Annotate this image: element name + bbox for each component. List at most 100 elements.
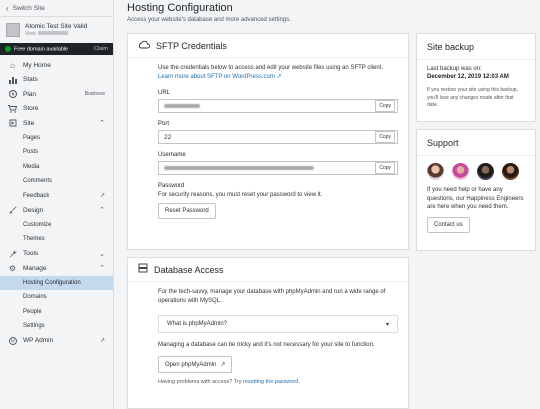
- nav-plan[interactable]: Plan Business: [0, 87, 113, 102]
- nav-customize-label: Customize: [23, 221, 52, 228]
- promo-banner[interactable]: Free domain available Claim: [0, 43, 113, 55]
- username-field[interactable]: Copy: [158, 161, 398, 175]
- nav-posts[interactable]: Posts: [0, 145, 113, 160]
- site-icon: [8, 119, 17, 128]
- site-icon: [6, 22, 20, 37]
- nav-comments-label: Comments: [23, 178, 53, 185]
- nav-domains[interactable]: Domains: [0, 290, 113, 305]
- nav-hosting-configuration[interactable]: Hosting Configuration: [0, 275, 113, 290]
- site-url-redacted: [37, 31, 68, 36]
- backup-label: Last backup was on:: [427, 66, 482, 72]
- nav-pages[interactable]: Pages: [0, 131, 113, 146]
- backup-card: Site backup Last backup was on: December…: [416, 33, 536, 122]
- nav-site-label: Site: [23, 119, 35, 127]
- database-note: Managing a database can be tricky and it…: [158, 342, 375, 348]
- reset-password-link[interactable]: resetting the password: [243, 379, 298, 385]
- nav-pages-label: Pages: [23, 134, 41, 141]
- sftp-title: SFTP Credentials: [156, 40, 227, 51]
- sftp-header: SFTP Credentials: [128, 34, 408, 58]
- support-avatars: [427, 163, 525, 180]
- brush-icon: [8, 206, 17, 215]
- port-value: 22: [164, 133, 172, 141]
- nav-manage-label: Manage: [23, 264, 47, 272]
- nav-feedback[interactable]: Feedback ↗: [0, 189, 113, 204]
- site-card[interactable]: Atomic Test Site Valid View: [0, 16, 113, 42]
- database-title: Database Access: [154, 264, 224, 275]
- nav-media[interactable]: Media: [0, 160, 113, 175]
- backup-date: December 12, 2019 12:03 AM: [427, 74, 509, 80]
- url-field[interactable]: Copy: [158, 99, 398, 113]
- nav-store[interactable]: Store: [0, 102, 113, 117]
- open-phpmyadmin-label: Open phpMyAdmin: [165, 361, 217, 368]
- nav-wp-admin-label: WP Admin: [23, 337, 54, 345]
- nav-settings[interactable]: Settings: [0, 319, 113, 334]
- nav-manage[interactable]: ⚙ Manage ⌃: [0, 261, 113, 276]
- nav-tools-label: Tools: [23, 250, 39, 258]
- promo-text: Free domain available: [14, 46, 69, 53]
- phpmyadmin-accordion[interactable]: What is phpMyAdmin? ▾: [158, 315, 398, 333]
- url-value-redacted: [164, 104, 200, 108]
- external-link-icon: ↗: [99, 193, 105, 200]
- chevron-down-icon: ▾: [385, 321, 389, 328]
- cloud-icon: [138, 40, 150, 52]
- nav-hosting-label: Hosting Configuration: [23, 279, 81, 286]
- chevron-down-icon: ⌄: [99, 250, 105, 258]
- site-view-label: View: [25, 30, 36, 37]
- promo-dot-icon: [5, 45, 11, 52]
- promo-claim[interactable]: Claim: [94, 46, 108, 52]
- chevron-left-icon: ‹: [6, 3, 9, 13]
- main-content: Hosting Configuration Access your websit…: [114, 0, 540, 409]
- site-name: Atomic Test Site Valid: [25, 22, 88, 30]
- contact-us-button[interactable]: Contact us: [427, 216, 470, 233]
- nav-plan-label: Plan: [23, 90, 37, 98]
- nav-design[interactable]: Design ⌃: [0, 203, 113, 218]
- copy-url-button[interactable]: Copy: [375, 100, 395, 112]
- copy-username-button[interactable]: Copy: [375, 162, 395, 174]
- nav-themes-label: Themes: [23, 236, 45, 243]
- username-value-redacted: [164, 166, 314, 170]
- database-header: Database Access: [128, 258, 408, 282]
- accordion-label: What is phpMyAdmin?: [167, 321, 228, 327]
- nav-media-label: Media: [23, 163, 40, 170]
- nav-site[interactable]: Site ⌃: [0, 116, 113, 131]
- nav-wp-admin[interactable]: W WP Admin ↗: [0, 334, 113, 349]
- nav-customize[interactable]: Customize: [0, 218, 113, 233]
- problems-text: Having problems with access? Try: [158, 379, 242, 385]
- port-label: Port: [158, 121, 170, 127]
- nav-store-label: Store: [23, 105, 39, 113]
- reset-password-button[interactable]: Reset Password: [158, 203, 216, 219]
- nav-comments[interactable]: Comments: [0, 174, 113, 189]
- external-link-icon: ↗: [99, 338, 105, 345]
- password-label: Password: [158, 183, 185, 189]
- nav-people[interactable]: People: [0, 305, 113, 320]
- site-url-row: View: [25, 31, 87, 37]
- copy-port-button[interactable]: Copy: [375, 131, 395, 143]
- support-card: Support If you need help or have any que…: [416, 129, 536, 251]
- sftp-description: Use the credentials below to access and …: [158, 64, 398, 82]
- port-field[interactable]: 22 Copy: [158, 130, 398, 144]
- external-link-icon: ↗: [220, 362, 226, 368]
- switch-site-link[interactable]: ‹ Switch Site: [0, 0, 113, 16]
- wordpress-icon: W: [8, 336, 17, 345]
- nav-tools[interactable]: Tools ⌄: [0, 247, 113, 262]
- home-icon: ⌂: [10, 60, 15, 70]
- svg-text:W: W: [10, 339, 15, 344]
- nav-my-home[interactable]: ⌂ My Home: [0, 58, 113, 73]
- support-text: If you need help or have any questions, …: [427, 187, 524, 210]
- database-card: Database Access For the tech-savvy, mana…: [127, 257, 409, 409]
- nav-stats[interactable]: Stats: [0, 73, 113, 88]
- open-phpmyadmin-button[interactable]: Open phpMyAdmin ↗: [158, 356, 233, 373]
- nav-stats-label: Stats: [23, 76, 38, 84]
- backup-title: Site backup: [417, 34, 535, 60]
- username-label: Username: [158, 152, 186, 158]
- chevron-up-icon: ⌃: [99, 120, 105, 128]
- avatar: [452, 163, 469, 180]
- page-subtitle: Access your website's database and more …: [127, 17, 291, 23]
- chevron-up-icon: ⌃: [99, 265, 105, 273]
- gear-icon: ⚙: [8, 263, 17, 273]
- support-title: Support: [417, 130, 535, 156]
- nav-themes[interactable]: Themes: [0, 232, 113, 247]
- plan-icon: [8, 90, 17, 99]
- sftp-learn-more-link[interactable]: Learn more about SFTP on WordPress.com: [158, 74, 275, 80]
- chevron-up-icon: ⌃: [99, 207, 105, 215]
